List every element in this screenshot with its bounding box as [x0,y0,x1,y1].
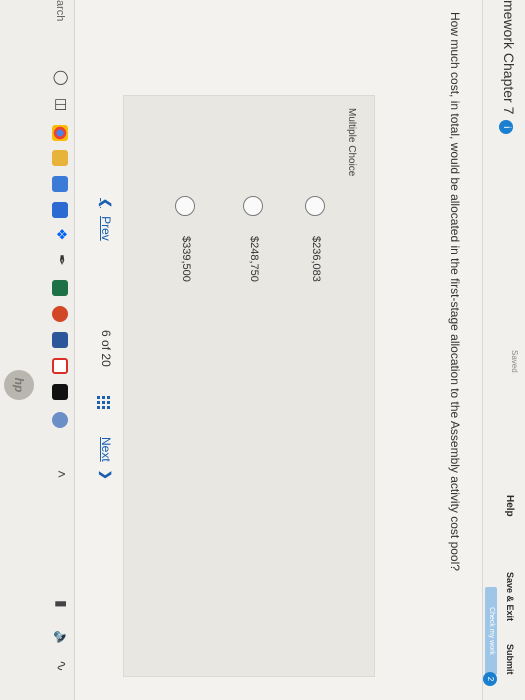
chrome-icon[interactable] [52,125,68,141]
page-total: 20 [99,353,113,367]
user-icon[interactable] [52,412,68,428]
answer-option-2[interactable]: $248,750 [223,196,263,516]
mail-icon[interactable] [52,202,68,218]
file-explorer-icon[interactable] [52,150,68,166]
assignment-title-text: mework Chapter 7 [501,0,517,115]
word-icon[interactable] [52,332,68,348]
next-button[interactable]: Next ❯ [91,437,113,480]
powerpoint-icon[interactable] [52,306,68,322]
answer-option-text: $236,083 [310,236,322,282]
cortana-icon[interactable]: ◯ [53,70,70,86]
submit-button[interactable]: Submit [505,644,515,675]
taskbar: arch ◯ ◫ ❖ ✒ ˄ ▮ 🔈 ∿ hp [0,0,75,700]
question-grid-icon[interactable] [96,396,110,410]
multiple-choice-label: Multiple Choice [346,108,357,177]
help-button[interactable]: Help [504,495,515,517]
page-of: of [99,340,113,351]
dropbox-icon[interactable]: ❖ [53,228,70,241]
radio-button[interactable] [305,196,325,216]
feather-icon[interactable]: ✒ [53,254,70,266]
assignment-title: mework Chapter 7 i [499,0,517,135]
chevron-right-icon: ❯ [99,469,113,480]
tray-up-icon[interactable]: ˄ [54,470,70,478]
prev-button[interactable]: ❮ Prev [91,198,113,241]
saved-status: Saved [510,350,519,373]
next-label: Next [99,437,113,462]
excel-icon[interactable] [52,280,68,296]
taskbar-search[interactable]: arch [54,0,66,21]
answer-option-1[interactable]: $236,083 [285,196,325,516]
store-icon[interactable] [52,176,68,192]
page-indicator: 6 of 20 [91,330,113,367]
chevron-left-icon: ❮ [99,198,113,209]
prev-label: Prev [99,216,113,241]
network-icon[interactable]: ∿ [53,660,70,672]
top-bar: mework Chapter 7 i Saved Help Save & Exit… [482,0,525,700]
speaker-icon[interactable]: 🔈 [53,630,70,647]
task-view-icon[interactable]: ◫ [53,98,70,111]
save-exit-button[interactable]: Save & Exit [505,572,515,621]
battery-icon[interactable]: ▮ [53,600,70,608]
answer-option-text: $339,500 [180,236,192,282]
gmail-icon[interactable] [52,358,68,374]
check-my-work-button[interactable]: Check my work [485,587,497,675]
check-work-count-badge: 2 [483,672,497,686]
answer-option-text: $248,750 [248,236,260,282]
screen: mework Chapter 7 i Saved Help Save & Exit… [0,0,525,700]
answer-option-3[interactable]: $339,500 [155,196,195,516]
radio-button[interactable] [175,196,195,216]
radio-button[interactable] [243,196,263,216]
question-text: How much cost, in total, would be alloca… [448,12,462,571]
page-current: 6 [99,330,113,337]
netflix-icon[interactable] [52,384,68,400]
hp-logo: hp [4,370,34,400]
info-icon[interactable]: i [499,120,513,135]
